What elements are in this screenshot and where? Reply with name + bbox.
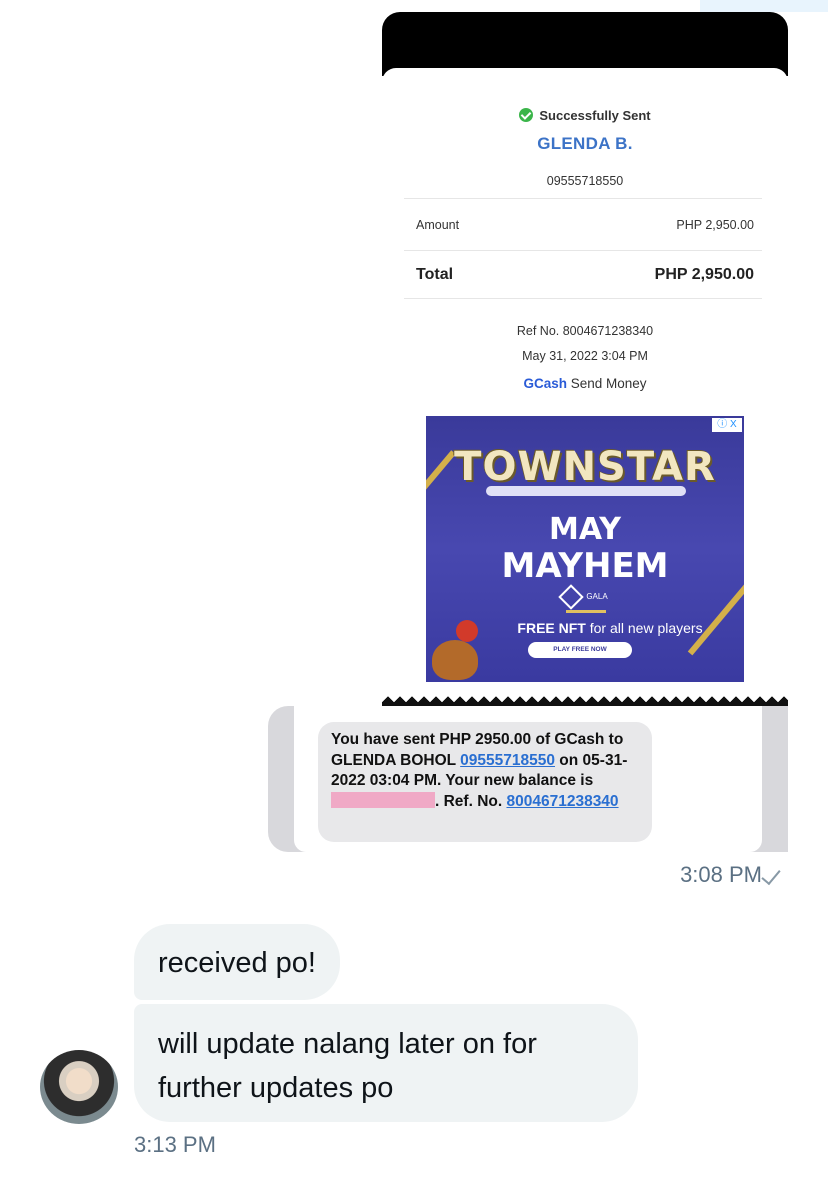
ad-offer-rest: for all new players bbox=[589, 620, 703, 636]
chicken-icon bbox=[432, 640, 478, 680]
amount-value: PHP 2,950.00 bbox=[676, 218, 754, 232]
sent-image-attachment[interactable]: Successfully Sent GLENDA B. 09555718550 … bbox=[382, 12, 788, 712]
ref-number: Ref No. 8004671238340 bbox=[516, 324, 654, 338]
ad-logo: TOWNSTAR bbox=[454, 444, 716, 490]
status-text: Successfully Sent bbox=[539, 108, 651, 123]
sms-number-link[interactable]: 09555718550 bbox=[460, 752, 555, 769]
divider bbox=[404, 198, 762, 199]
received-message-bubble[interactable]: will update nalang later on for further … bbox=[134, 1004, 638, 1122]
ad-headline-line-2: MAYHEM bbox=[501, 546, 669, 586]
transaction-datetime: May 31, 2022 3:04 PM bbox=[522, 349, 648, 363]
ad-sponsor: GALA bbox=[426, 584, 744, 610]
gcash-brand: GCash bbox=[523, 376, 567, 391]
chicken-head-icon bbox=[456, 620, 478, 642]
sms-ref-link[interactable]: 8004671238340 bbox=[506, 793, 618, 810]
phone-status-bar bbox=[382, 12, 788, 76]
recipient-number: 09555718550 bbox=[546, 174, 624, 188]
gcash-service-line: GCash Send Money bbox=[382, 376, 788, 391]
redacted-balance bbox=[331, 791, 435, 808]
sent-timestamp: 3:08 PM bbox=[680, 862, 762, 887]
recipient-name: GLENDA B. bbox=[537, 134, 633, 153]
torn-edge bbox=[382, 694, 788, 706]
ad-banner[interactable]: ⓘ X TOWNSTAR MAY MAYHEM GALA FREE NFT fo… bbox=[426, 416, 744, 682]
ad-headline-line-1: MAY bbox=[549, 512, 621, 547]
top-highlight-strip bbox=[700, 0, 828, 12]
ad-offer: FREE NFT for all new players bbox=[486, 620, 734, 636]
divider bbox=[404, 298, 762, 299]
ad-offer-bold: FREE NFT bbox=[517, 620, 586, 636]
ad-play-button[interactable]: PLAY FREE NOW bbox=[528, 642, 632, 658]
gcash-receipt: Successfully Sent GLENDA B. 09555718550 … bbox=[382, 68, 788, 712]
ad-headline: MAY MAYHEM bbox=[426, 512, 744, 584]
ad-rule bbox=[566, 610, 606, 613]
total-label: Total bbox=[416, 266, 454, 283]
ad-close-icon[interactable]: ⓘ X bbox=[712, 418, 742, 432]
total-value: PHP 2,950.00 bbox=[654, 266, 754, 283]
amount-label: Amount bbox=[416, 218, 460, 232]
ad-cloud-decoration bbox=[486, 486, 686, 496]
amount-row: Amount PHP 2,950.00 bbox=[416, 218, 754, 232]
gala-logo-icon bbox=[558, 584, 585, 610]
success-check-icon bbox=[519, 108, 534, 122]
sent-check-icon bbox=[761, 864, 781, 886]
sender-avatar[interactable] bbox=[40, 1050, 118, 1124]
sms-text-after: . Ref. No. bbox=[435, 792, 507, 810]
ad-sponsor-name: GALA bbox=[586, 592, 608, 602]
received-timestamp: 3:13 PM bbox=[134, 1132, 216, 1157]
divider bbox=[404, 250, 762, 251]
total-row: Total PHP 2,950.00 bbox=[416, 266, 754, 284]
sms-message-text: You have sent PHP 2950.00 of GCash to GL… bbox=[331, 730, 643, 812]
received-message-bubble[interactable]: received po! bbox=[134, 924, 340, 1000]
success-status: Successfully Sent bbox=[382, 108, 788, 123]
service-name: Send Money bbox=[570, 376, 647, 391]
